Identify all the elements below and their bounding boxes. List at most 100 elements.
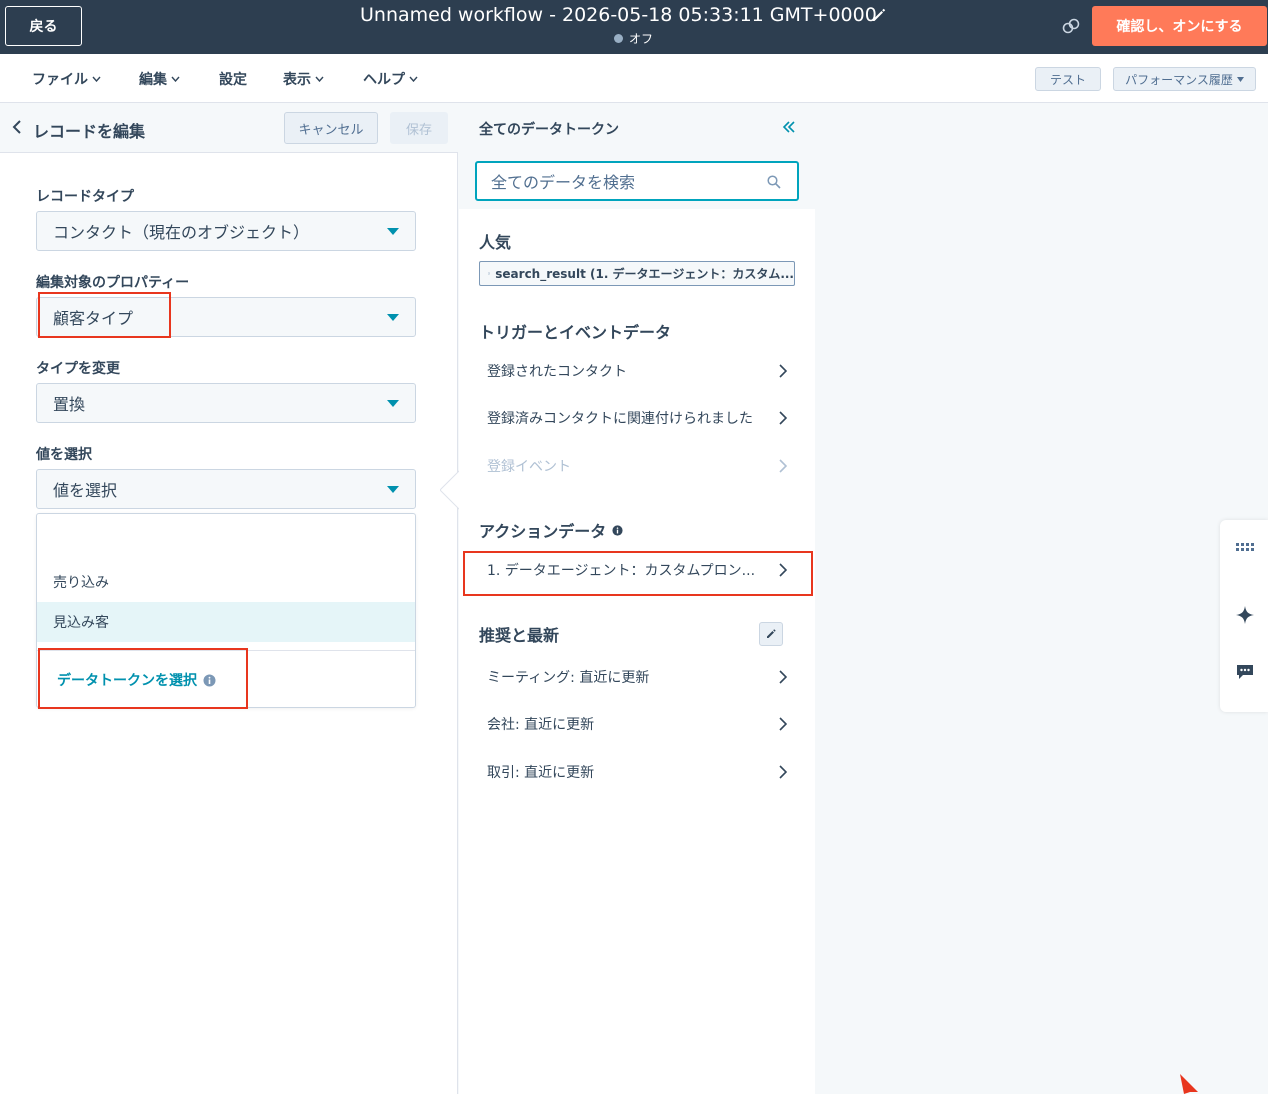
chevron-right-icon	[779, 670, 787, 684]
menu-help[interactable]: ヘルプ	[363, 69, 418, 89]
cancel-button[interactable]: キャンセル	[284, 112, 378, 144]
caret-down-icon	[1236, 76, 1244, 82]
trigger-row-label: 登録されたコンタクト	[487, 364, 627, 380]
apps-grid-icon[interactable]	[1236, 538, 1254, 556]
sparkle-icon[interactable]	[1236, 606, 1254, 624]
change-type-select[interactable]: 置換	[36, 383, 416, 423]
trigger-row[interactable]: 登録されたコンタクト	[487, 356, 787, 386]
workflow-status: オフ	[614, 30, 653, 47]
value-dropdown-menu: 売り込み 見込み客 データトークンを選択	[36, 513, 416, 708]
chevron-down-icon	[409, 76, 418, 82]
select-data-token-label: データトークンを選択	[57, 673, 197, 689]
menu-settings[interactable]: 設定	[219, 69, 247, 89]
recommended-row-label: 取引: 直近に更新	[487, 765, 595, 781]
panel-title: レコードを編集	[33, 122, 146, 141]
confirm-turn-on-button[interactable]: 確認し、オンにする	[1092, 6, 1267, 46]
edit-record-header: レコードを編集 キャンセル 保存	[0, 103, 458, 153]
panel-pointer	[440, 470, 460, 510]
search-placeholder: 全てのデータを検索	[491, 173, 636, 192]
top-header: 戻る Unnamed workflow - 2026-05-18 05:33:1…	[0, 0, 1268, 54]
menu-file[interactable]: ファイル	[32, 69, 101, 89]
action-data-row-label: 1. データエージェント：カスタムプロン...	[487, 563, 756, 579]
recommended-row-label: ミーティング: 直近に更新	[487, 670, 650, 686]
action-data-row[interactable]: 1. データエージェント：カスタムプロン...	[487, 555, 787, 585]
data-tokens-title: 全てのデータトークン	[479, 122, 619, 138]
record-type-label: レコードタイプ	[36, 189, 134, 205]
caret-down-icon	[387, 400, 399, 407]
chevron-down-icon	[171, 76, 180, 82]
chevron-right-icon	[779, 765, 787, 779]
recommended-row[interactable]: 会社: 直近に更新	[487, 709, 787, 739]
recommended-row-label: 会社: 直近に更新	[487, 717, 595, 733]
status-dot-icon	[614, 34, 623, 43]
change-type-value: 置換	[53, 395, 86, 414]
dropdown-option[interactable]: 売り込み	[37, 562, 415, 602]
recommended-heading: 推奨と最新	[479, 626, 560, 645]
record-type-value: コンタクト（現在のオブジェクト）	[53, 223, 310, 242]
recommended-row[interactable]: ミーティング: 直近に更新	[487, 662, 787, 692]
trigger-row[interactable]: 登録済みコンタクトに関連付けられました	[487, 403, 787, 433]
chevron-down-icon	[315, 76, 324, 82]
chat-icon[interactable]	[1236, 663, 1254, 681]
mouse-cursor-icon	[1180, 1074, 1198, 1094]
test-button[interactable]: テスト	[1035, 67, 1101, 91]
menu-view[interactable]: 表示	[283, 69, 324, 89]
data-search-input[interactable]: 全てのデータを検索	[475, 161, 799, 201]
chevron-right-icon	[779, 717, 787, 731]
chevron-left-icon[interactable]	[10, 119, 24, 135]
edit-recommended-button[interactable]	[759, 622, 783, 646]
search-icon	[767, 175, 781, 189]
caret-down-icon	[387, 228, 399, 235]
edit-title-pencil-icon[interactable]	[870, 6, 888, 24]
menu-edit[interactable]: 編集	[139, 69, 180, 89]
change-type-label: タイプを変更	[36, 361, 120, 377]
side-tools-rail	[1220, 520, 1268, 712]
popular-token-label: search_result (1. データエージェント：カスタム...	[495, 267, 794, 281]
action-data-heading: アクションデータ	[479, 518, 623, 542]
double-chevron-left-icon[interactable]	[782, 120, 796, 134]
recommended-row[interactable]: 取引: 直近に更新	[487, 757, 787, 787]
dropdown-divider	[37, 650, 415, 651]
trigger-row-label: 登録済みコンタクトに関連付けられました	[487, 411, 753, 427]
dropdown-option[interactable]: 見込み客	[37, 602, 415, 642]
property-select[interactable]: 顧客タイプ	[36, 297, 416, 337]
performance-history-button[interactable]: パフォーマンス履歴	[1113, 67, 1256, 91]
popular-token-chip[interactable]: search_result (1. データエージェント：カスタム...	[479, 261, 795, 286]
menu-file-label: ファイル	[32, 72, 88, 88]
select-value-select[interactable]: 値を選択	[36, 469, 416, 509]
chevron-right-icon	[779, 411, 787, 425]
menu-settings-label: 設定	[219, 72, 247, 88]
select-value-value: 値を選択	[53, 481, 118, 500]
info-icon	[203, 674, 216, 686]
trigger-row[interactable]: 登録イベント	[487, 451, 787, 481]
menu-bar: ファイル 編集 設定 表示 ヘルプ テスト パフォーマンス履歴	[0, 54, 1268, 103]
menu-help-label: ヘルプ	[363, 72, 405, 88]
link-icon[interactable]	[1061, 16, 1081, 36]
workflow-title: Unnamed workflow - 2026-05-18 05:33:11 G…	[360, 4, 877, 26]
caret-down-icon	[387, 486, 399, 493]
edit-record-panel: レコードを編集 キャンセル 保存 レコードタイプ コンタクト（現在のオブジェクト…	[0, 103, 458, 1094]
action-data-heading-label: アクションデータ	[479, 522, 607, 541]
status-label: オフ	[629, 32, 654, 46]
chevron-right-icon	[779, 563, 787, 577]
property-label: 編集対象のプロパティー	[36, 275, 190, 291]
back-button[interactable]: 戻る	[5, 6, 82, 46]
save-button[interactable]: 保存	[390, 112, 448, 144]
record-type-select[interactable]: コンタクト（現在のオブジェクト）	[36, 211, 416, 251]
menu-view-label: 表示	[283, 72, 311, 88]
performance-history-label: パフォーマンス履歴	[1125, 72, 1233, 87]
select-value-label: 値を選択	[36, 447, 92, 463]
chevron-right-icon	[779, 364, 787, 378]
data-tokens-panel: 全てのデータトークン 全てのデータを検索 人気 search_result (1…	[459, 103, 815, 1094]
token-edit-icon	[488, 272, 491, 275]
pencil-icon	[767, 629, 776, 638]
trigger-heading: トリガーとイベントデータ	[479, 323, 672, 342]
menu-edit-label: 編集	[139, 72, 167, 88]
chevron-down-icon	[92, 76, 101, 82]
trigger-row-label: 登録イベント	[487, 459, 571, 475]
select-data-token-link[interactable]: データトークンを選択	[57, 670, 216, 690]
popular-heading: 人気	[479, 233, 512, 252]
info-icon	[612, 524, 623, 536]
chevron-right-icon	[779, 459, 787, 473]
caret-down-icon	[387, 314, 399, 321]
